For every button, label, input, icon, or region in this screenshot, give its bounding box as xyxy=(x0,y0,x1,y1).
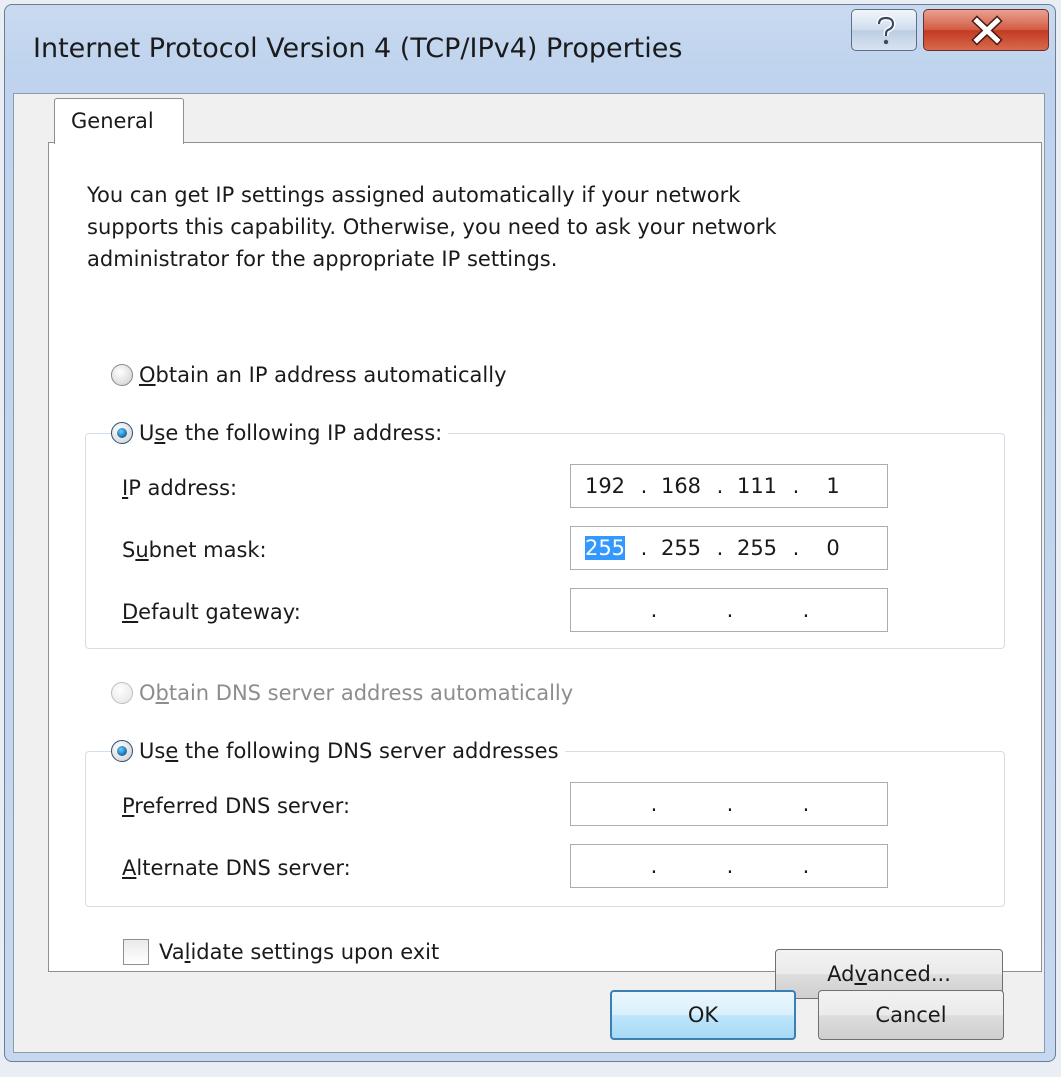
validate-settings-checkbox[interactable]: Validate settings upon exit xyxy=(123,939,439,965)
checkbox-label: Validate settings upon exit xyxy=(159,940,440,964)
radio-obtain-dns-auto[interactable]: Obtain DNS server address automatically xyxy=(111,677,580,709)
dns-server-group: Preferred DNS server: . . . Alternate DN… xyxy=(85,751,1005,907)
preferred-dns-input[interactable]: . . . xyxy=(570,782,888,826)
ip-address-label: IP address: xyxy=(122,476,238,500)
alternate-dns-input[interactable]: . . . xyxy=(570,844,888,888)
default-gateway-input[interactable]: . . . xyxy=(570,588,888,632)
radio-obtain-ip-auto[interactable]: Obtain an IP address automatically xyxy=(111,359,513,391)
octet-separator: . xyxy=(650,598,658,622)
help-button[interactable] xyxy=(851,9,917,51)
dialog-client-area: General You can get IP settings assigned… xyxy=(13,93,1045,1053)
subnet-octet: 255 xyxy=(660,536,702,560)
subnet-mask-label: Subnet mask: xyxy=(122,538,267,562)
checkbox-icon[interactable] xyxy=(123,939,149,965)
dialog-window: Internet Protocol Version 4 (TCP/IPv4) P… xyxy=(4,4,1056,1062)
radio-button-icon[interactable] xyxy=(111,364,133,386)
window-title: Internet Protocol Version 4 (TCP/IPv4) P… xyxy=(33,33,683,64)
close-x-icon xyxy=(971,15,1003,46)
radio-use-following-ip[interactable]: Use the following IP address: xyxy=(111,417,449,449)
preferred-dns-label: Preferred DNS server: xyxy=(122,794,351,818)
ip-octet: 168 xyxy=(660,474,702,498)
ok-button[interactable]: OK xyxy=(610,990,796,1040)
radio-button-icon[interactable] xyxy=(111,682,133,704)
octet-separator: . xyxy=(726,598,734,622)
octet-separator: . xyxy=(650,854,658,878)
ip-address-group: IP address: 192 . 168 . 111 . 1 Subnet m… xyxy=(85,433,1005,649)
close-button[interactable] xyxy=(923,9,1049,51)
title-bar[interactable]: Internet Protocol Version 4 (TCP/IPv4) P… xyxy=(5,5,1055,97)
octet-separator: . xyxy=(726,854,734,878)
radio-button-selected-icon[interactable] xyxy=(111,740,133,762)
octet-separator: . xyxy=(802,854,810,878)
ip-octet: 192 xyxy=(584,474,626,498)
ip-octet: 1 xyxy=(826,474,840,498)
octet-separator: . xyxy=(802,598,810,622)
radio-use-following-dns[interactable]: Use the following DNS server addresses xyxy=(111,735,565,767)
tab-page-general: You can get IP settings assigned automat… xyxy=(48,142,1042,999)
octet-separator: . xyxy=(716,536,724,560)
radio-label: Use the following IP address: xyxy=(139,421,443,445)
alternate-dns-label: Alternate DNS server: xyxy=(122,856,351,880)
octet-separator: . xyxy=(726,792,734,816)
radio-label: Obtain DNS server address automatically xyxy=(139,681,574,705)
octet-separator: . xyxy=(716,474,724,498)
subnet-octet: 255 xyxy=(736,536,778,560)
octet-separator: . xyxy=(650,792,658,816)
subnet-mask-input[interactable]: 255 . 255 . 255 . 0 xyxy=(570,526,888,570)
radio-button-selected-icon[interactable] xyxy=(111,422,133,444)
octet-separator: . xyxy=(792,474,800,498)
ip-octet: 111 xyxy=(736,474,778,498)
octet-separator: . xyxy=(640,536,648,560)
cancel-button[interactable]: Cancel xyxy=(818,990,1004,1040)
default-gateway-label: Default gateway: xyxy=(122,600,301,624)
selected-text: 255 xyxy=(584,536,626,560)
radio-label: Obtain an IP address automatically xyxy=(139,363,507,387)
subnet-octet: 0 xyxy=(826,536,840,560)
tab-general[interactable]: General xyxy=(54,98,184,144)
subnet-octet-selected: 255 xyxy=(579,527,631,569)
octet-separator: . xyxy=(802,792,810,816)
intro-text: You can get IP settings assigned automat… xyxy=(87,183,777,271)
radio-label: Use the following DNS server addresses xyxy=(139,739,559,763)
octet-separator: . xyxy=(792,536,800,560)
octet-separator: . xyxy=(640,474,648,498)
question-mark-icon xyxy=(876,15,896,45)
ip-address-input[interactable]: 192 . 168 . 111 . 1 xyxy=(570,464,888,508)
